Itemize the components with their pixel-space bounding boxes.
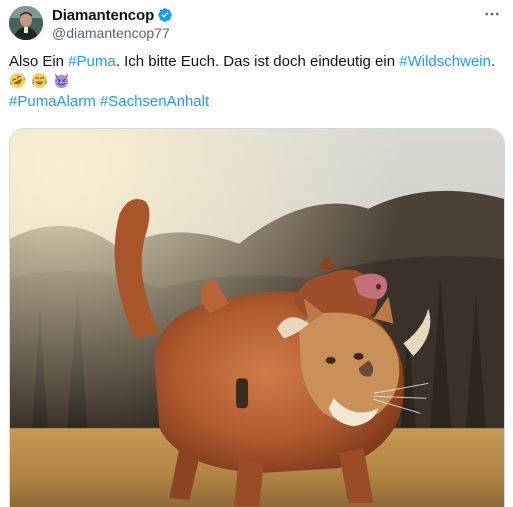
display-name[interactable]: Diamantencop: [52, 7, 154, 24]
handle[interactable]: @diamantencop77: [52, 25, 170, 41]
hashtag-link[interactable]: #SachsenAnhalt: [100, 93, 209, 110]
avatar[interactable]: [9, 6, 43, 40]
text-segment: .: [490, 53, 496, 70]
composite-puma-wild-boar-image: [10, 129, 504, 507]
tweet-text: Also Ein #Puma. Ich bitte Euch. Das ist …: [9, 52, 507, 112]
smiling-devil-emoji-icon: [55, 73, 69, 89]
emoji-line: [9, 72, 507, 92]
ellipsis-icon: [485, 12, 499, 16]
more-button[interactable]: [481, 6, 503, 22]
hashtag-link[interactable]: #PumaAlarm: [9, 93, 96, 110]
tweet[interactable]: Diamantencop @diamantencop77 Also Ein #P…: [0, 0, 513, 507]
rolling-on-floor-laughing-emoji-icon: [9, 72, 26, 89]
profile-photo-icon: [9, 6, 43, 40]
hashtag-link[interactable]: #Puma: [68, 53, 116, 70]
verified-badge-icon: [158, 8, 172, 22]
author-name-row: Diamantencop: [52, 6, 173, 24]
tweet-media-image[interactable]: [9, 128, 505, 507]
hashtag-link[interactable]: #Wildschwein: [399, 53, 491, 70]
text-segment: Also Ein: [9, 53, 69, 70]
tears-of-joy-emoji-icon: [32, 72, 48, 89]
tweet-text-line-1: Also Ein #Puma. Ich bitte Euch. Das ist …: [9, 52, 507, 72]
hashtags-line: #PumaAlarm #SachsenAnhalt: [9, 92, 507, 112]
text-segment: . Ich bitte Euch. Das ist doch eindeutig…: [115, 53, 400, 70]
